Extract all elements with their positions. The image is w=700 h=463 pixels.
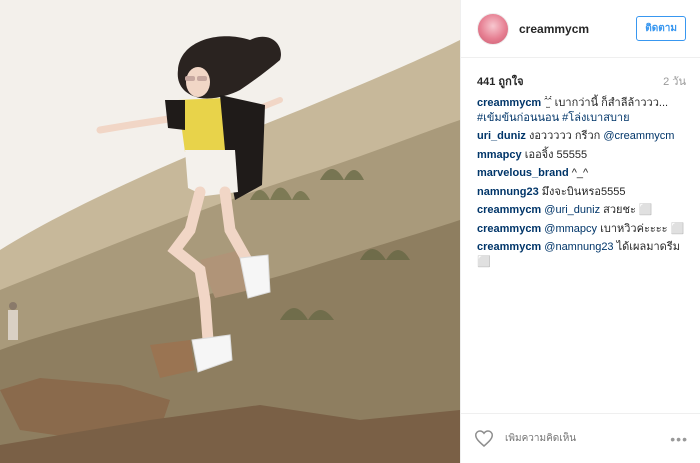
comment-item: marvelous_brand ^_^ [477, 166, 686, 181]
comment-bar: ••• [461, 413, 700, 463]
comment-mention[interactable]: @mmapcy [544, 223, 597, 235]
post-photo[interactable] [0, 0, 460, 463]
heart-icon[interactable] [475, 429, 495, 449]
comment-hashtags[interactable]: #เข้มข้นก่อนนอน #โล่งเบาสบาย [477, 112, 630, 124]
comment-text: มึงจะบินหรอ5555 [541, 185, 626, 198]
avatar[interactable] [477, 12, 509, 45]
comment-user[interactable]: creammycm [477, 241, 541, 253]
add-comment-input[interactable] [503, 432, 671, 445]
comment-text: สวยชะ ⬜ [600, 204, 653, 216]
comment-user[interactable]: namnung23 [477, 186, 539, 198]
comment-user[interactable]: uri_duniz [477, 130, 526, 142]
comment-user[interactable]: creammycm [477, 204, 541, 216]
comment-item: creammycm @uri_duniz สวยชะ ⬜ [477, 203, 686, 218]
comment-mention[interactable]: @uri_duniz [544, 204, 600, 216]
comment-text: ˆ̫̀ˆ́ เบากว่านี้ ก็สำลีล้าววว... [544, 97, 669, 109]
comment-user[interactable]: mmapcy [477, 149, 522, 161]
comment-text: เออจิ้ง 55555 [524, 148, 588, 161]
more-options-icon[interactable]: ••• [670, 431, 688, 447]
comment-text: ^_^ [571, 167, 589, 179]
comment-item: namnung23 มึงจะบินหรอ5555 [477, 185, 686, 200]
post-header: creammycm ติดตาม [461, 0, 700, 58]
comment-item: creammycm ˆ̫̀ˆ́ เบากว่านี้ ก็สำลีล้าววว.… [477, 96, 686, 125]
follow-button[interactable]: ติดตาม [636, 16, 686, 41]
post-sidebar: creammycm ติดตาม 441 ถูกใจ 2 วัน creammy… [460, 0, 700, 463]
comment-item: uri_duniz งอววววว กรีวก @creammycm [477, 129, 686, 144]
like-count[interactable]: 441 ถูกใจ [477, 72, 524, 88]
comment-user[interactable]: creammycm [477, 97, 541, 109]
comment-user[interactable]: creammycm [477, 223, 541, 235]
comment-item: creammycm @mmapcy เบาหวิวค่ะะะะ ⬜ [477, 222, 686, 237]
instagram-post-window: creammycm ติดตาม 441 ถูกใจ 2 วัน creammy… [0, 0, 700, 463]
comment-user[interactable]: marvelous_brand [477, 167, 569, 179]
comment-item: mmapcy เออจิ้ง 55555 [477, 148, 686, 163]
post-stats: 441 ถูกใจ 2 วัน [461, 58, 700, 88]
post-time: 2 วัน [663, 76, 686, 88]
comment-list: creammycm ˆ̫̀ˆ́ เบากว่านี้ ก็สำลีล้าววว.… [461, 88, 700, 413]
comment-item: creammycm @namnung23 ได้เผลมาดรีม ⬜ [477, 240, 686, 269]
photo-illustration [0, 0, 460, 463]
comment-mention[interactable]: @creammycm [603, 130, 674, 142]
comment-text: เบาหวิวค่ะะะะ ⬜ [597, 222, 685, 235]
comment-text: งอววววว กรีวก [528, 130, 604, 142]
comment-mention[interactable]: @namnung23 [544, 241, 613, 253]
post-username[interactable]: creammycm [519, 22, 636, 36]
